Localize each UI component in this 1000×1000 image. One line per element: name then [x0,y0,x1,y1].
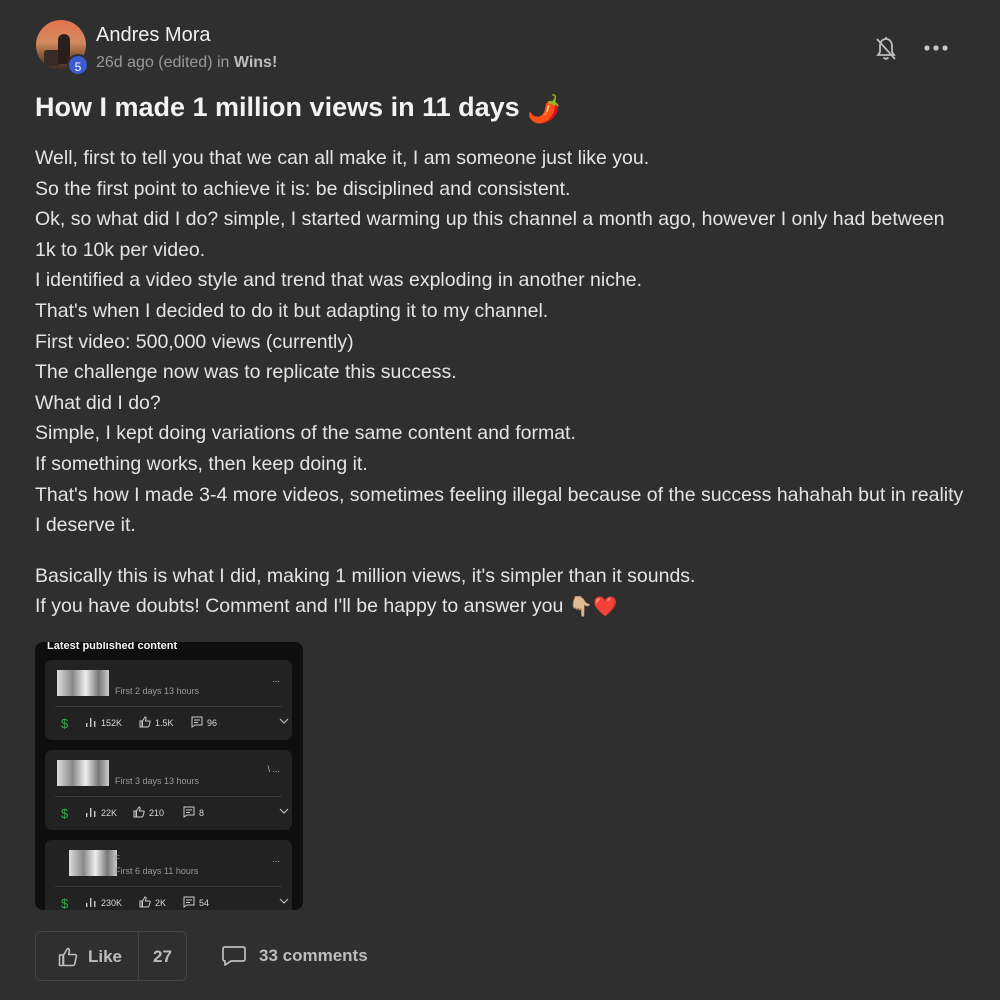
author-name[interactable]: Andres Mora [96,24,211,47]
paragraph: Basically this is what I did, making 1 m… [35,564,696,587]
video-thumbnail [69,850,117,876]
card-dots: \ ... [267,764,280,774]
paragraph: Well, first to tell you that we can all … [35,147,650,169]
video-thumbnail [57,760,109,786]
comment-icon [191,716,203,728]
paragraph: If you have doubts! Comment and I'll be … [35,591,965,622]
like-button[interactable]: Like [88,947,122,967]
like-count[interactable]: 27 [153,947,172,967]
like-divider [138,932,139,980]
bar-chart-icon [86,718,96,727]
comments-button[interactable]: 33 comments [221,945,391,969]
paragraph: First video: 500,000 views (currently) [35,330,354,353]
dollar-icon: $ [61,806,69,820]
svg-text:$: $ [61,896,69,910]
chevron-down-icon [279,808,289,814]
content-card: \ ... First 3 days 13 hours $ 22K 210 8 [45,750,292,830]
dollar-icon: $ [61,896,69,910]
bell-off-icon[interactable] [874,36,898,62]
post-title-text: How I made 1 million views in 11 days [35,92,520,122]
views-count: 152K [101,718,123,728]
comments-count: 96 [207,718,218,728]
closing-emoji: 👇🏼❤️ [568,595,618,618]
video-thumbnail [57,670,109,696]
paragraph: What did I do? [35,391,161,414]
card-divider [55,796,282,797]
category-link[interactable]: Wins! [234,54,277,71]
attached-screenshot[interactable]: Latest published content ... First 2 day… [35,642,303,910]
thumbs-up-icon [139,896,151,908]
card-divider [55,886,282,887]
likes-count: 1.5K [155,718,174,728]
post-title: How I made 1 million views in 11 days 🌶️ [35,92,561,125]
card-label: F [115,854,120,863]
views-count: 22K [101,808,118,818]
views-count: 230K [101,898,123,908]
comment-icon [183,806,195,818]
dollar-icon: $ [61,716,69,730]
level-badge: 5 [67,54,89,76]
post-meta: 26d ago (edited) in Wins! [96,54,277,72]
paragraph: That's when I decided to do it but adapt… [35,299,549,322]
paragraph: If something works, then keep doing it. [35,452,368,475]
paragraph: That's how I made 3-4 more videos, somet… [35,483,964,537]
card-divider [55,706,282,707]
thumbs-up-icon [133,806,145,818]
card-stats: $ 152K 1.5K 96 [59,716,289,732]
comments-count: 8 [199,808,205,818]
likes-count: 2K [155,898,167,908]
screenshot-header: Latest published content [47,642,178,652]
content-card: ... F First 6 days 11 hours $ 230K 2K 54 [45,840,292,910]
more-options-icon[interactable] [922,38,950,58]
card-time: First 6 days 11 hours [115,866,199,876]
bar-chart-icon [86,808,96,817]
thumbs-up-icon[interactable] [58,947,78,967]
post-time: 26d ago (edited) in [96,54,234,71]
thumbs-up-icon [139,716,151,728]
bar-chart-icon [86,898,96,907]
paragraph: Simple, I kept doing variations of the s… [35,422,576,445]
paragraph: Ok, so what did I do? simple, I started … [35,208,945,261]
svg-text:$: $ [61,806,69,820]
chevron-down-icon [279,898,289,904]
card-dots: ... [272,674,280,684]
chevron-down-icon [279,718,289,724]
comment-bubble-icon [222,946,246,966]
paragraph: So the first point to achieve it is: be … [35,177,571,200]
content-card: ... First 2 days 13 hours $ 152K 1.5K 96 [45,660,292,740]
comment-icon [183,896,195,908]
post-body: Well, first to tell you that we can all … [35,143,965,622]
paragraph-text: If you have doubts! Comment and I'll be … [35,595,564,618]
likes-count: 210 [149,808,165,818]
svg-text:$: $ [61,716,69,730]
like-button-group: Like 27 [35,931,187,981]
card-time: First 3 days 13 hours [115,776,200,786]
comments-count: 54 [199,898,210,908]
card-time: First 2 days 13 hours [115,686,200,696]
card-dots: ... [272,854,280,864]
card-stats: $ 22K 210 8 [59,806,289,822]
comments-label[interactable]: 33 comments [259,946,368,966]
chili-emoji: 🌶️ [527,93,561,124]
card-stats: $ 230K 2K 54 [59,896,289,910]
paragraph: The challenge now was to replicate this … [35,361,457,384]
paragraph: I identified a video style and trend tha… [35,269,643,292]
